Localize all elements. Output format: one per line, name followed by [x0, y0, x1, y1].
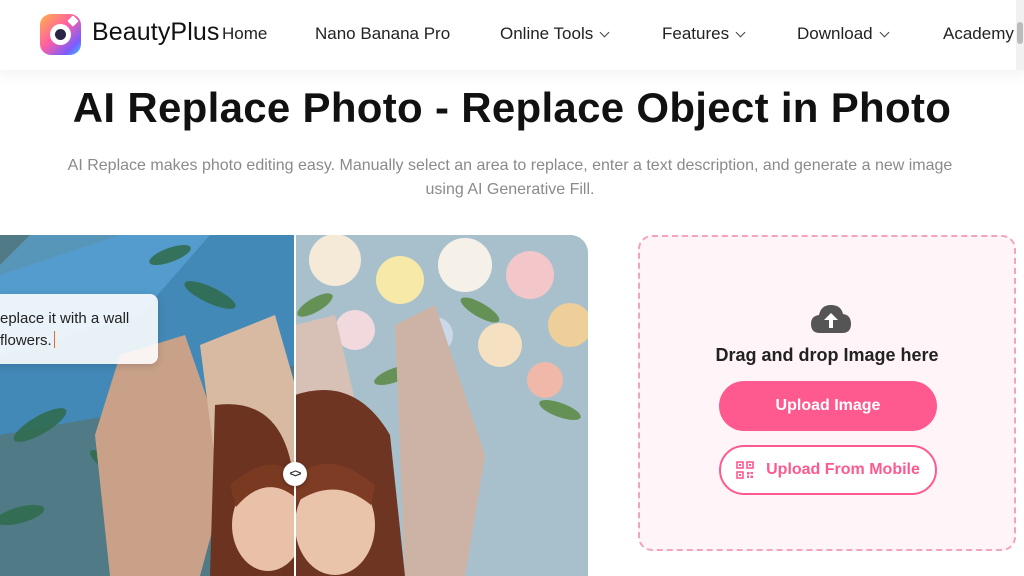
nav-download[interactable]: Download: [797, 24, 890, 44]
nav-home-label: Home: [222, 24, 268, 43]
cloud-upload-icon: [811, 305, 851, 333]
beautyplus-logo-icon[interactable]: [40, 14, 81, 55]
page-subtitle: AI Replace makes photo editing easy. Man…: [0, 154, 1020, 202]
chevron-down-icon: [599, 27, 610, 37]
ai-prompt-bubble: eplace it with a wall flowers.: [0, 294, 158, 364]
nav-online-tools-label: Online Tools: [500, 24, 594, 43]
before-photo-illustration: [0, 235, 295, 576]
drag-drop-label: Drag and drop Image here: [715, 345, 939, 365]
nav-download-label: Download: [797, 24, 873, 43]
scrollbar[interactable]: [1016, 0, 1024, 70]
nav-online-tools[interactable]: Online Tools: [500, 24, 610, 44]
compare-divider-line[interactable]: [294, 235, 296, 576]
ai-prompt-text: eplace it with a wall flowers.: [0, 308, 170, 352]
nav-academy-label: Academy: [943, 24, 1014, 43]
text-caret: [53, 331, 56, 348]
before-photo: eplace it with a wall flowers.: [0, 235, 295, 576]
scrollbar-thumb[interactable]: [1017, 22, 1023, 44]
prompt-line-2: flowers.: [0, 330, 170, 352]
upload-from-mobile-label: Upload From Mobile: [766, 461, 920, 478]
page-title: AI Replace Photo - Replace Object in Pho…: [72, 84, 952, 131]
nav-nano-banana-pro[interactable]: Nano Banana Pro: [315, 24, 450, 44]
nav-home[interactable]: Home: [222, 24, 267, 44]
chevron-down-icon: [735, 27, 746, 37]
chevron-down-icon: [879, 27, 890, 37]
nav-academy[interactable]: Academy: [943, 24, 1014, 44]
upload-image-button[interactable]: Upload Image: [719, 381, 937, 431]
brand-name[interactable]: BeautyPlus: [92, 18, 219, 47]
nav-features-label: Features: [662, 24, 730, 43]
after-photo: [295, 235, 588, 576]
logo-pupil: [55, 29, 66, 40]
compare-slider-handle-icon[interactable]: <>: [283, 462, 307, 486]
nav-nano-banana-pro-label: Nano Banana Pro: [315, 24, 451, 43]
upload-from-mobile-button[interactable]: Upload From Mobile: [719, 445, 937, 495]
subtitle-line-1: AI Replace makes photo editing easy. Man…: [67, 157, 953, 174]
nav-features[interactable]: Features: [662, 24, 746, 44]
logo-eye: [50, 24, 71, 45]
logo-sparkle-icon: [67, 15, 79, 27]
prompt-line-1: eplace it with a wall: [0, 310, 130, 327]
subtitle-line-2: using AI Generative Fill.: [425, 181, 595, 198]
upload-dropzone[interactable]: Drag and drop Image here Upload Image Up…: [638, 235, 1016, 551]
after-photo-illustration: [295, 235, 588, 576]
qr-code-icon: [736, 461, 754, 479]
top-navbar: BeautyPlus Home Nano Banana Pro Online T…: [0, 0, 1024, 70]
before-after-photo-compare[interactable]: eplace it with a wall flowers. <>: [0, 235, 588, 576]
